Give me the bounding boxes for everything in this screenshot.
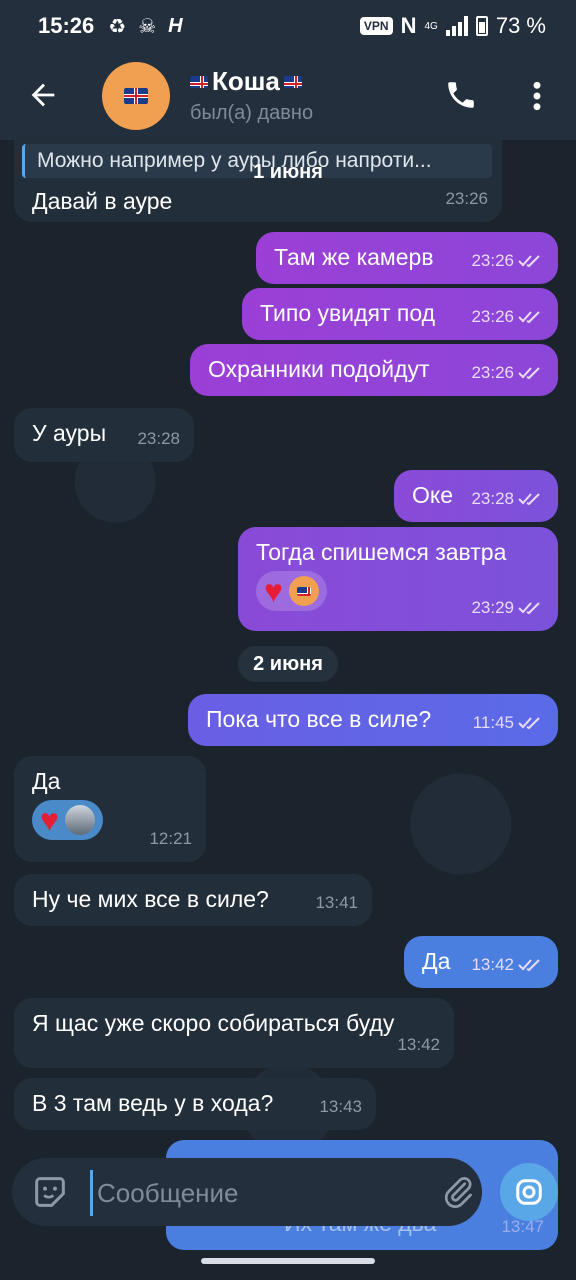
back-arrow-icon[interactable]	[26, 78, 60, 112]
message-text: Давай в ауре	[32, 188, 173, 214]
message-bubble[interactable]: Охранники подойдут 23:26	[190, 344, 558, 396]
message-time: 23:28	[471, 489, 514, 508]
reactor-avatar	[289, 576, 319, 606]
message-time: 13:42	[471, 955, 514, 974]
message-time: 11:45	[472, 713, 514, 732]
message-time: 23:29	[471, 598, 514, 617]
contact-status: был(а) давно	[190, 102, 314, 124]
reactor-avatar	[65, 805, 95, 835]
camera-button[interactable]	[500, 1163, 558, 1221]
nfc-icon: N	[400, 13, 417, 38]
battery-percent: 73 %	[495, 13, 546, 38]
message-bubble[interactable]: Да 13:42	[404, 936, 558, 988]
message-text: В 3 там ведь у в хода?	[32, 1090, 274, 1116]
network-type-icon: 4G	[424, 20, 438, 32]
more-vertical-icon[interactable]	[528, 80, 546, 112]
double-check-icon	[518, 602, 540, 615]
double-check-icon	[518, 311, 540, 324]
double-check-icon	[518, 493, 540, 506]
message-text: Тогда спишемся завтра	[256, 539, 507, 565]
status-time: 15:26	[38, 13, 95, 38]
message-text: Ну че мих все в силе?	[32, 886, 269, 912]
double-check-icon	[518, 255, 540, 268]
app-h-icon: H	[168, 14, 183, 37]
message-bubble[interactable]: Там же камерв 23:26	[256, 232, 558, 284]
status-bar: 15:26 ♻ ☠ H VPN N 4G 73 %	[0, 0, 576, 52]
message-text: Оке	[412, 482, 454, 508]
message-bubble[interactable]: Да ♥ 12:21	[14, 756, 206, 862]
gesture-nav-handle[interactable]	[201, 1258, 375, 1264]
message-text: Пока что все в силе?	[206, 706, 432, 732]
reaction-chip[interactable]: ♥	[256, 571, 327, 611]
message-bubble[interactable]: Типо увидят под 23:26	[242, 288, 558, 340]
message-input[interactable]	[90, 1170, 429, 1216]
chat-header: Коша был(а) давно	[0, 52, 576, 140]
message-bubble[interactable]: Я щас уже скоро собираться буду 13:42	[14, 998, 454, 1068]
double-check-icon	[518, 367, 540, 380]
phone-icon[interactable]	[444, 78, 478, 112]
message-bubble[interactable]: В 3 там ведь у в хода? 13:43	[14, 1078, 376, 1130]
date-separator: 1 июня	[253, 161, 323, 183]
uk-flag-icon	[283, 75, 302, 88]
vpn-icon: VPN	[359, 17, 393, 35]
message-text: Там же камерв	[274, 244, 434, 270]
message-time: 23:26	[471, 251, 514, 270]
message-bubble[interactable]: Тогда спишемся завтра ♥ 23:29	[238, 527, 558, 631]
message-bubble[interactable]: У ауры 23:28	[14, 408, 194, 462]
sync-icon: ♻	[108, 15, 127, 38]
message-text: Охранники подойдут	[208, 356, 430, 382]
avatar[interactable]	[102, 62, 170, 130]
message-text: Да	[32, 768, 61, 794]
contact-name[interactable]: Коша	[190, 66, 302, 97]
message-bubble[interactable]: Ну че мих все в силе? 13:41	[14, 874, 372, 926]
message-text: У ауры	[32, 420, 107, 446]
message-time: 13:43	[319, 1097, 362, 1116]
signal-icon	[445, 16, 468, 36]
message-time: 23:26	[471, 307, 514, 326]
heart-icon: ♥	[40, 802, 59, 838]
heart-icon: ♥	[264, 573, 283, 609]
uk-flag-icon	[190, 75, 208, 88]
message-composer	[12, 1158, 482, 1226]
reaction-chip[interactable]: ♥	[32, 800, 103, 840]
uk-flag-icon	[124, 88, 148, 104]
message-time: 23:26	[445, 189, 488, 208]
message-bubble[interactable]: Оке 23:28	[394, 470, 558, 522]
double-check-icon	[518, 959, 540, 972]
uk-flag-icon	[297, 586, 311, 596]
message-text: Да	[422, 948, 451, 974]
message-time: 13:41	[315, 893, 358, 912]
message-text: Типо увидят под	[260, 300, 436, 326]
sticker-icon[interactable]	[30, 1172, 70, 1212]
skull-icon: ☠	[138, 15, 157, 38]
message-text: Я щас уже скоро собираться буду	[32, 1010, 395, 1036]
message-bubble[interactable]: Пока что все в силе? 11:45	[188, 694, 558, 746]
message-time: 12:21	[149, 829, 192, 848]
double-check-icon	[518, 717, 540, 730]
date-separator: 2 июня	[238, 646, 338, 682]
message-time: 23:28	[137, 429, 180, 448]
attach-icon[interactable]	[440, 1174, 476, 1210]
battery-icon	[475, 16, 488, 36]
message-time: 23:26	[471, 363, 514, 382]
camera-icon	[516, 1179, 542, 1205]
message-time: 13:42	[397, 1035, 440, 1054]
